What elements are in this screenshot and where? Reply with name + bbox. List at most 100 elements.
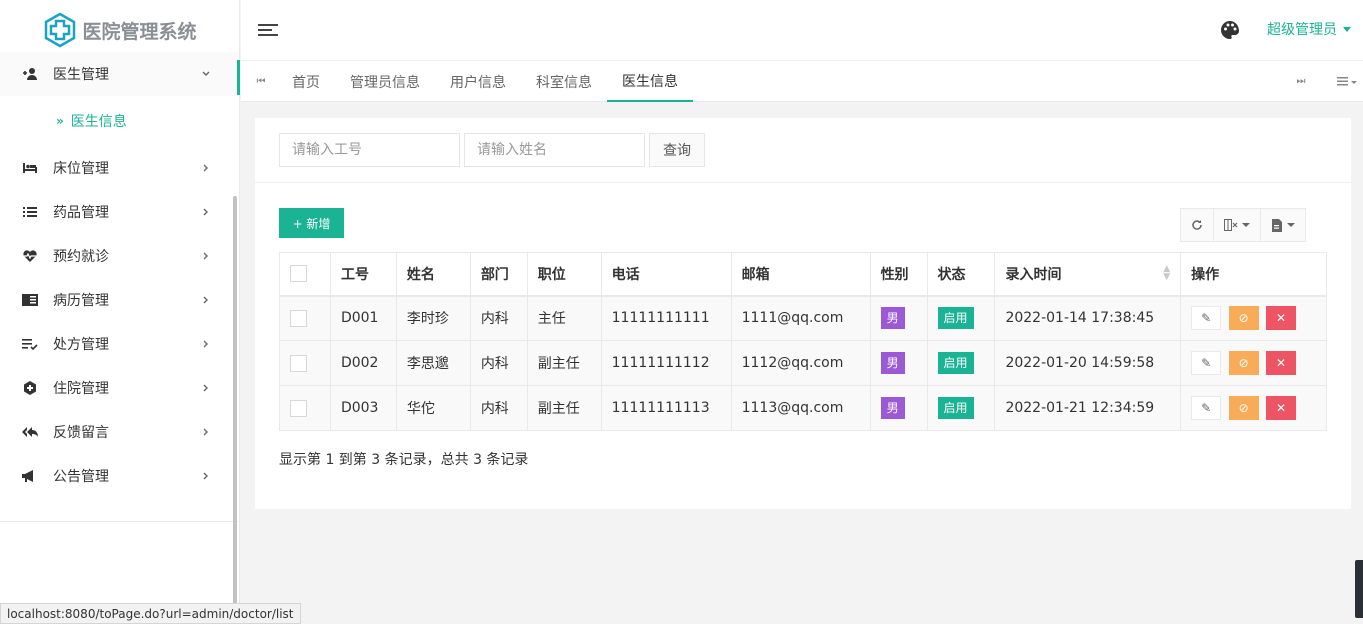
tab-label: 管理员信息 [350, 74, 420, 91]
disable-button[interactable]: ⊘ [1228, 306, 1259, 331]
tab-options-icon[interactable] [1337, 73, 1361, 89]
sidebar-item-medical-record[interactable]: 病历管理 [0, 278, 239, 322]
cell-actions: ✎ ⊘ ✕ [1180, 385, 1327, 431]
sidebar-item-hospitalization[interactable]: 住院管理 [0, 366, 239, 410]
user-name: 超级管理员 [1267, 22, 1337, 38]
cell-gender: 男 [869, 385, 928, 431]
doctor-list-card: 查询 + 新增 工号 姓名 部门 职位 [255, 118, 1351, 509]
doctor-name-input[interactable] [464, 133, 645, 167]
disable-button[interactable]: ⊘ [1228, 351, 1259, 375]
bed-icon [20, 158, 40, 178]
user-menu[interactable]: 超级管理员 [1267, 19, 1351, 39]
sidebar-item-prescription[interactable]: 处方管理 [0, 322, 239, 366]
cell-id: D001 [329, 295, 397, 341]
column-header[interactable]: 电话 [600, 252, 732, 297]
refresh-button[interactable] [1181, 209, 1214, 241]
pencil-icon: ✎ [1201, 356, 1212, 370]
heartbeat-icon [20, 246, 40, 266]
cell-time: 2022-01-21 12:34:59 [994, 385, 1182, 431]
column-header[interactable]: 部门 [469, 252, 528, 297]
add-doctor-button[interactable]: + 新增 [279, 208, 344, 238]
column-header-sortable[interactable]: 录入时间 ▲ ▼ [994, 252, 1182, 297]
cell-phone: 11111111113 [600, 385, 732, 431]
file-export-icon [1272, 218, 1282, 232]
cell-status: 启用 [926, 340, 996, 386]
chevron-right-icon [201, 295, 211, 305]
gender-badge: 男 [880, 307, 905, 330]
ban-icon: ⊘ [1238, 311, 1249, 326]
edit-button[interactable]: ✎ [1191, 306, 1222, 331]
columns-toggle-button[interactable] [1214, 209, 1261, 241]
medical-cross-icon [45, 12, 76, 48]
disable-button[interactable]: ⊘ [1228, 396, 1259, 420]
cell-phone: 11111111112 [600, 340, 732, 386]
sidebar-item-doctor-management[interactable]: 医生管理 [0, 52, 239, 96]
hospital-icon [20, 378, 40, 398]
row-checkbox[interactable] [290, 399, 307, 417]
cell-dept: 内科 [469, 385, 528, 431]
sidebar-item-bed-management[interactable]: 床位管理 [0, 146, 239, 190]
tab-home[interactable]: 首页 [277, 61, 335, 102]
column-header[interactable]: 性别 [869, 252, 928, 297]
sidebar-divider [0, 521, 238, 522]
sidebar-item-label: 预约就诊 [53, 249, 109, 265]
sidebar-item-label: 药品管理 [53, 205, 109, 221]
double-chevron-right-icon: » [56, 114, 64, 128]
close-icon: ✕ [1276, 356, 1287, 370]
tab-user-info[interactable]: 用户信息 [435, 61, 521, 102]
caret-down-icon [1343, 26, 1351, 32]
sidebar-scrollbar[interactable] [233, 196, 237, 614]
search-form: 查询 [279, 133, 705, 167]
sidebar-subitem-doctor-info[interactable]: » 医生信息 [0, 96, 239, 146]
edit-button[interactable]: ✎ [1191, 351, 1222, 375]
delete-button[interactable]: ✕ [1266, 351, 1297, 375]
edit-button[interactable]: ✎ [1191, 396, 1222, 420]
delete-button[interactable]: ✕ [1266, 396, 1297, 420]
sort-icon: ▲ ▼ [1163, 263, 1171, 282]
tab-scroll-left-icon[interactable]: ⏮ [249, 73, 273, 89]
row-checkbox[interactable] [290, 309, 307, 327]
table-row: D001 李时珍 内科 主任 11111111111 1111@qq.com 男… [279, 295, 1327, 341]
hamburger-icon[interactable] [258, 20, 278, 40]
row-checkbox[interactable] [290, 354, 307, 372]
cell-actions: ✎ ⊘ ✕ [1180, 340, 1327, 386]
delete-button[interactable]: ✕ [1266, 306, 1297, 331]
tab-admin-info[interactable]: 管理员信息 [335, 61, 435, 102]
sidebar-item-label: 处方管理 [53, 337, 109, 353]
doctor-id-input[interactable] [279, 133, 460, 167]
tab-department-info[interactable]: 科室信息 [521, 61, 607, 102]
cell-dept: 内科 [469, 340, 528, 386]
table-row: D002 李思邈 内科 副主任 11111111112 1112@qq.com … [279, 340, 1327, 386]
column-header[interactable]: 邮箱 [730, 252, 871, 297]
sidebar-item-label: 反馈留言 [53, 425, 109, 441]
column-header[interactable]: 职位 [526, 252, 602, 297]
tab-scroll-right-icon[interactable]: ⏭ [1291, 73, 1311, 89]
logo[interactable]: 医院管理系统 [0, 0, 239, 60]
column-header[interactable]: 工号 [329, 252, 397, 297]
cell-title: 副主任 [526, 385, 602, 431]
gender-badge: 男 [880, 397, 905, 419]
sidebar-item-appointment[interactable]: 预约就诊 [0, 234, 239, 278]
cell-email: 1112@qq.com [730, 340, 871, 386]
sidebar-item-announcement[interactable]: 公告管理 [0, 454, 239, 498]
tabs: 首页 管理员信息 用户信息 科室信息 医生信息 [277, 61, 693, 102]
tab-doctor-info[interactable]: 医生信息 [607, 61, 693, 102]
cell-time: 2022-01-14 17:38:45 [994, 295, 1182, 341]
pagination-summary: 显示第 1 到第 3 条记录，总共 3 条记录 [279, 452, 529, 468]
sidebar-item-label: 住院管理 [53, 381, 109, 397]
browser-status-url: localhost:8080/toPage.do?url=admin/docto… [0, 603, 301, 624]
chevron-right-icon [201, 163, 211, 173]
export-button[interactable] [1261, 209, 1305, 241]
caret-down-icon [1287, 223, 1295, 227]
palette-icon[interactable] [1220, 20, 1240, 40]
column-header[interactable]: 状态 [926, 252, 996, 297]
tab-label: 首页 [292, 74, 320, 91]
query-button[interactable]: 查询 [649, 133, 705, 167]
sidebar-item-feedback[interactable]: 反馈留言 [0, 410, 239, 454]
sidebar-item-drug-management[interactable]: 药品管理 [0, 190, 239, 234]
chevron-right-icon [201, 471, 211, 481]
cell-status: 启用 [926, 385, 996, 431]
tab-accent-bar [237, 60, 240, 95]
column-header[interactable]: 姓名 [395, 252, 471, 297]
select-all-checkbox[interactable] [290, 265, 307, 283]
